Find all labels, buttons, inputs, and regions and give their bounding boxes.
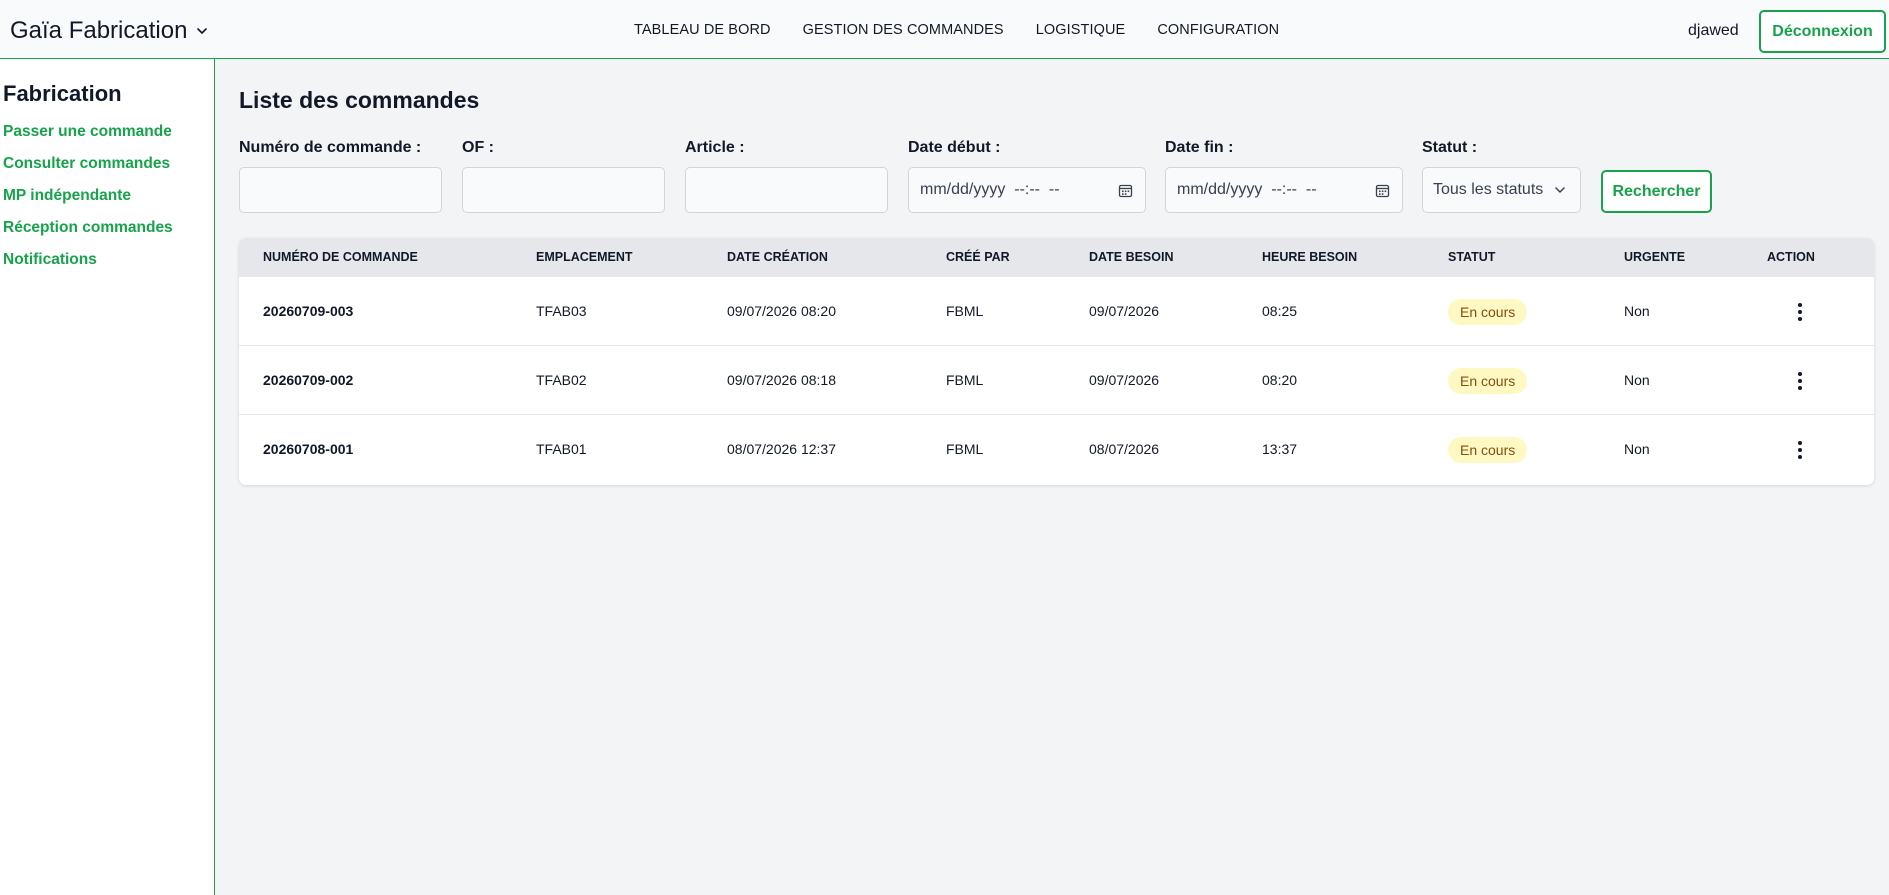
cell-emplacement: TFAB02 xyxy=(536,372,587,388)
table-row[interactable]: 20260709-003 TFAB03 09/07/2026 08:20 FBM… xyxy=(239,277,1874,346)
sidebar-item-passer-commande[interactable]: Passer une commande xyxy=(3,122,173,154)
cell-urgente: Non xyxy=(1624,441,1650,457)
page-title: Liste des commandes xyxy=(239,87,480,113)
col-date-besoin: Date besoin xyxy=(1089,250,1174,264)
end-date-label: Date fin : xyxy=(1165,139,1234,156)
main-content: Liste des commandes Numéro de commande :… xyxy=(216,59,1889,895)
cell-heure-besoin: 08:25 xyxy=(1262,303,1298,319)
cell-numero: 20260709-002 xyxy=(263,372,354,388)
orders-table: Numéro de commande Emplacement Date créa… xyxy=(239,238,1874,485)
brand-switcher[interactable]: Gaïa Fabrication xyxy=(10,17,209,45)
cell-date-besoin: 09/07/2026 xyxy=(1089,303,1160,319)
filter-end-date: Date fin : mm/dd/yyyy --:-- -- xyxy=(1165,139,1403,213)
nav-configuration[interactable]: CONFIGURATION xyxy=(1157,22,1279,38)
of-input[interactable] xyxy=(462,167,665,213)
calendar-icon[interactable] xyxy=(1118,183,1133,198)
end-date-placeholder: mm/dd/yyyy --:-- -- xyxy=(1177,181,1317,198)
nav-gestion-des-commandes[interactable]: GESTION DES COMMANDES xyxy=(803,22,1004,38)
article-input[interactable] xyxy=(685,167,888,213)
more-actions-icon[interactable] xyxy=(1788,299,1812,325)
table-row[interactable]: 20260709-002 TFAB02 09/07/2026 08:18 FBM… xyxy=(239,346,1874,415)
sidebar-item-consulter-commandes[interactable]: Consulter commandes xyxy=(3,154,173,186)
col-statut: Statut xyxy=(1448,250,1496,264)
cell-urgente: Non xyxy=(1624,303,1650,319)
col-urgente: Urgente xyxy=(1624,250,1686,264)
table-header: Numéro de commande Emplacement Date créa… xyxy=(239,238,1874,277)
sidebar-item-reception-commandes[interactable]: Réception commandes xyxy=(3,218,173,250)
more-actions-icon[interactable] xyxy=(1788,437,1812,463)
status-select-value: Tous les statuts xyxy=(1433,181,1544,198)
cell-heure-besoin: 13:37 xyxy=(1262,441,1298,457)
col-numero: Numéro de commande xyxy=(263,250,418,264)
sidebar-menu: Passer une commande Consulter commandes … xyxy=(3,122,173,282)
cell-emplacement: TFAB01 xyxy=(536,441,587,457)
start-date-placeholder: mm/dd/yyyy --:-- -- xyxy=(920,181,1060,198)
sidebar-item-notifications[interactable]: Notifications xyxy=(3,250,173,282)
sidebar: Fabrication Passer une commande Consulte… xyxy=(0,59,215,895)
cell-date-besoin: 08/07/2026 xyxy=(1089,441,1160,457)
col-emplacement: Emplacement xyxy=(536,250,633,264)
col-heure-besoin: Heure besoin xyxy=(1262,250,1358,264)
chevron-down-icon xyxy=(197,28,208,34)
status-badge: En cours xyxy=(1448,437,1528,463)
logout-button[interactable]: Déconnexion xyxy=(1759,10,1886,53)
search-button[interactable]: Rechercher xyxy=(1601,170,1712,213)
cell-heure-besoin: 08:20 xyxy=(1262,372,1298,388)
sidebar-item-mp-independante[interactable]: MP indépendante xyxy=(3,186,173,218)
filter-order-number: Numéro de commande : xyxy=(239,139,442,213)
order-number-input[interactable] xyxy=(239,167,442,213)
end-date-input[interactable]: mm/dd/yyyy --:-- -- xyxy=(1165,167,1403,213)
order-number-label: Numéro de commande : xyxy=(239,139,422,156)
calendar-icon[interactable] xyxy=(1375,183,1390,198)
col-date-creation: Date création xyxy=(727,250,828,264)
status-badge: En cours xyxy=(1448,368,1528,394)
start-date-input[interactable]: mm/dd/yyyy --:-- -- xyxy=(908,167,1146,213)
cell-date-creation: 09/07/2026 08:20 xyxy=(727,303,836,319)
status-select[interactable]: Tous les statuts xyxy=(1422,167,1581,213)
user-name: djawed xyxy=(1688,22,1739,39)
filter-start-date: Date début : mm/dd/yyyy --:-- -- xyxy=(908,139,1146,213)
cell-emplacement: TFAB03 xyxy=(536,303,587,319)
chevron-down-icon xyxy=(1555,187,1565,193)
cell-numero: 20260708-001 xyxy=(263,441,354,457)
col-cree-par: Créé par xyxy=(946,250,1010,264)
cell-date-creation: 08/07/2026 12:37 xyxy=(727,441,836,457)
cell-date-creation: 09/07/2026 08:18 xyxy=(727,372,836,388)
main-nav: TABLEAU DE BORD GESTION DES COMMANDES LO… xyxy=(634,22,1279,38)
cell-cree-par: FBML xyxy=(946,303,984,319)
nav-logistique[interactable]: LOGISTIQUE xyxy=(1036,22,1126,38)
of-label: OF : xyxy=(462,139,494,156)
filter-article: Article : xyxy=(685,139,888,213)
cell-cree-par: FBML xyxy=(946,372,984,388)
cell-numero: 20260709-003 xyxy=(263,303,354,319)
cell-cree-par: FBML xyxy=(946,441,984,457)
article-label: Article : xyxy=(685,139,745,156)
start-date-label: Date début : xyxy=(908,139,1001,156)
cell-date-besoin: 09/07/2026 xyxy=(1089,372,1160,388)
cell-urgente: Non xyxy=(1624,372,1650,388)
table-row[interactable]: 20260708-001 TFAB01 08/07/2026 12:37 FBM… xyxy=(239,415,1874,484)
status-badge: En cours xyxy=(1448,299,1528,325)
top-header: Gaïa Fabrication TABLEAU DE BORD GESTION… xyxy=(0,0,1889,59)
brand-name: Gaïa Fabrication xyxy=(10,17,188,44)
sidebar-title: Fabrication xyxy=(3,81,122,106)
nav-tableau-de-bord[interactable]: TABLEAU DE BORD xyxy=(634,22,771,38)
filter-status: Statut : Tous les statuts xyxy=(1422,139,1581,213)
status-label: Statut : xyxy=(1422,139,1478,156)
more-actions-icon[interactable] xyxy=(1788,368,1812,394)
filter-of: OF : xyxy=(462,139,665,213)
col-action: Action xyxy=(1767,250,1815,264)
